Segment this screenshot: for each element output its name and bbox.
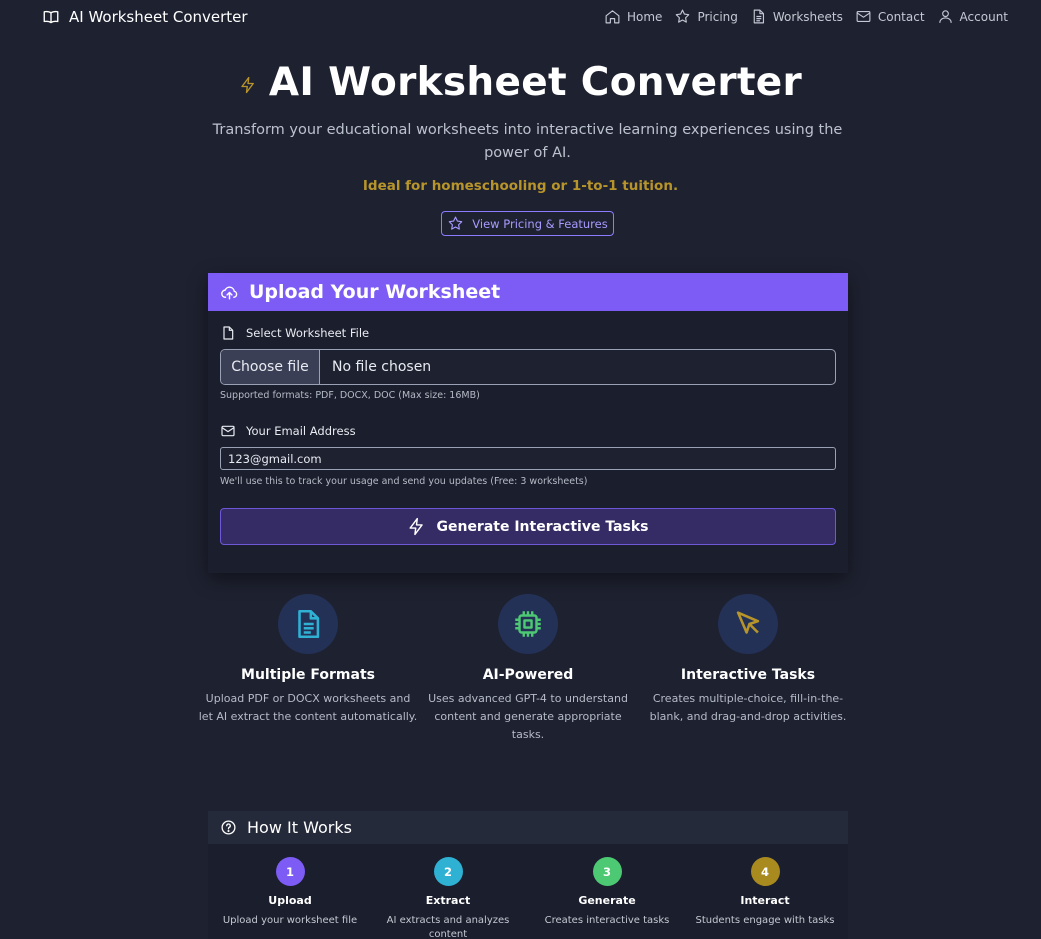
nav-link-label: Worksheets [772, 9, 843, 24]
feature-description: Creates multiple-choice, fill-in-the-bla… [649, 692, 847, 723]
top-nav: AI Worksheet Converter Home Pricing Work… [0, 0, 1041, 36]
feature-multiple-formats: Multiple Formats Upload PDF or DOCX work… [198, 594, 418, 726]
file-field-label: Select Worksheet File [220, 325, 369, 341]
hero-ideal-text: Ideal for homeschooling or 1-to-1 tuitio… [362, 178, 679, 194]
nav-link-pricing[interactable]: Pricing [674, 8, 738, 25]
nav-link-label: Home [627, 9, 663, 24]
email-field-label: Your Email Address [220, 423, 356, 439]
generate-tasks-label: Generate Interactive Tasks [436, 518, 649, 535]
how-it-works-heading: How It Works [247, 818, 352, 837]
document-icon [750, 8, 767, 25]
email-input[interactable] [220, 447, 836, 470]
bolt-icon [239, 72, 257, 94]
step-title: Interact [740, 894, 790, 907]
step-title: Extract [425, 894, 471, 907]
page-title: AI Worksheet Converter [268, 60, 803, 105]
brand[interactable]: AI Worksheet Converter [42, 8, 248, 26]
step-number: 1 [275, 857, 305, 886]
upload-heading: Upload Your Worksheet [249, 281, 501, 303]
bolt-icon [407, 517, 426, 536]
document-text-icon [278, 594, 338, 654]
star-icon [447, 215, 464, 232]
generate-tasks-button[interactable]: Generate Interactive Tasks [220, 508, 836, 545]
hero-subtitle: Transform your educational worksheets in… [212, 122, 843, 161]
nav-link-home[interactable]: Home [604, 8, 662, 25]
view-pricing-label: View Pricing & Features [472, 216, 608, 231]
brand-name: AI Worksheet Converter [69, 8, 248, 26]
mail-icon [220, 423, 236, 439]
step-title: Upload [268, 894, 312, 907]
cloud-upload-icon [220, 283, 239, 302]
feature-interactive-tasks: Interactive Tasks Creates multiple-choic… [638, 594, 858, 726]
feature-title: AI-Powered [482, 667, 574, 683]
cursor-pointer-icon [718, 594, 778, 654]
step-number: 4 [750, 857, 780, 886]
nav-link-label: Account [959, 9, 1008, 24]
feature-description: Uses advanced GPT-4 to understand conten… [428, 692, 628, 741]
step-description: AI extracts and analyzes content [386, 915, 510, 939]
choose-file-button[interactable]: Choose file [221, 350, 320, 384]
feature-ai-powered: AI-Powered Uses advanced GPT-4 to unders… [418, 594, 638, 744]
nav-link-worksheets[interactable]: Worksheets [750, 8, 843, 25]
step-description: Students engage with tasks [695, 915, 835, 926]
how-it-works-header: How It Works [208, 811, 848, 844]
upload-card: Upload Your Worksheet Select Worksheet F… [208, 273, 848, 573]
step-number: 2 [433, 857, 463, 886]
file-name-text: No file chosen [332, 359, 432, 375]
home-icon [604, 8, 621, 25]
view-pricing-button[interactable]: View Pricing & Features [441, 211, 614, 236]
nav-links: Home Pricing Worksheets Contact Account [604, 8, 1008, 25]
user-icon [937, 8, 954, 25]
step-description: Creates interactive tasks [544, 915, 670, 926]
nav-link-contact[interactable]: Contact [855, 8, 925, 25]
worksheet-file-input[interactable]: Choose file No file chosen [220, 349, 836, 385]
step-generate: 3 Generate Creates interactive tasks [528, 857, 686, 928]
upload-card-header: Upload Your Worksheet [208, 273, 848, 311]
mail-icon [855, 8, 872, 25]
hero-title: AI Worksheet Converter [0, 60, 1041, 105]
cpu-chip-icon [498, 594, 558, 654]
step-upload: 1 Upload Upload your worksheet file [211, 857, 369, 928]
email-hint: We'll use this to track your usage and s… [220, 476, 588, 487]
step-extract: 2 Extract AI extracts and analyzes conte… [369, 857, 527, 939]
how-it-works-card: How It Works 1 Upload Upload your worksh… [208, 811, 848, 939]
step-description: Upload your worksheet file [222, 915, 358, 926]
open-book-icon [42, 8, 60, 26]
nav-link-account[interactable]: Account [937, 8, 1008, 25]
file-label-text: Select Worksheet File [246, 326, 370, 340]
feature-description: Upload PDF or DOCX worksheets and let AI… [198, 692, 418, 723]
file-hint: Supported formats: PDF, DOCX, DOC (Max s… [220, 390, 480, 401]
file-icon [220, 325, 236, 341]
star-icon [674, 8, 691, 25]
email-label-text: Your Email Address [246, 424, 356, 438]
step-number: 3 [592, 857, 622, 886]
feature-title: Multiple Formats [241, 667, 375, 683]
step-title: Generate [578, 894, 636, 907]
nav-link-label: Contact [877, 9, 925, 24]
feature-title: Interactive Tasks [680, 667, 816, 683]
step-interact: 4 Interact Students engage with tasks [686, 857, 844, 928]
nav-link-label: Pricing [697, 9, 738, 24]
question-circle-icon [220, 819, 237, 836]
